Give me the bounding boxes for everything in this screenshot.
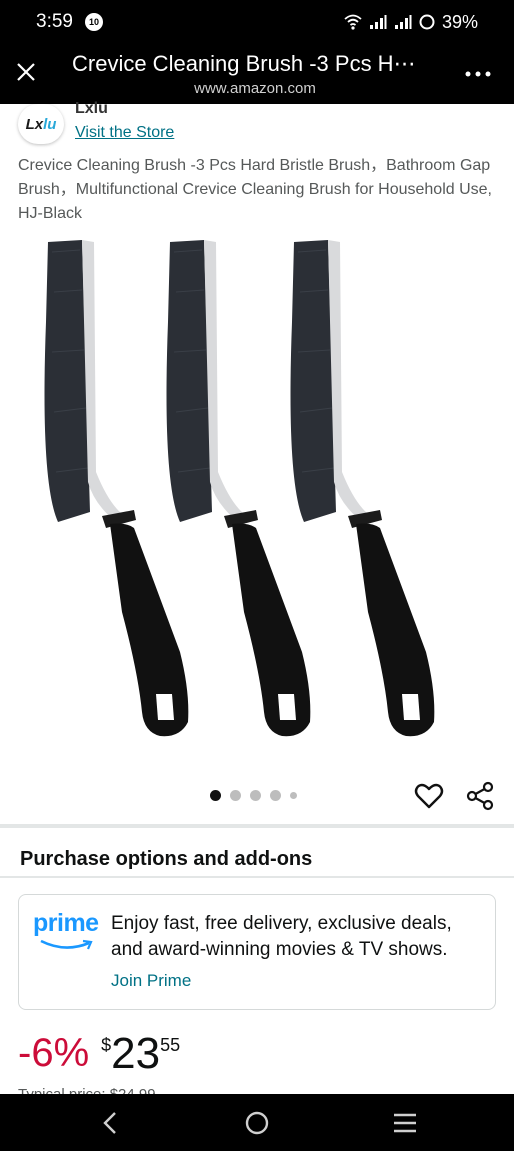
section-divider [0, 824, 514, 828]
browser-title-bar: Crevice Cleaning Brush -3 Pcs H⋯ www.ama… [0, 44, 514, 104]
carousel-dot-2[interactable] [230, 790, 241, 801]
carousel-dot-3[interactable] [250, 790, 261, 801]
system-nav-bar [0, 1094, 514, 1151]
product-image[interactable] [30, 232, 484, 744]
join-prime-link[interactable]: Join Prime [111, 971, 191, 991]
recents-icon[interactable] [390, 1108, 420, 1138]
discount-percent: -6% [18, 1031, 90, 1075]
price: $ 23 55 [101, 1030, 180, 1078]
purchase-options-heading: Purchase options and add-ons [20, 848, 313, 870]
battery-level: 39% [441, 11, 478, 32]
product-title: Crevice Cleaning Brush -3 Pcs Hard Brist… [18, 157, 493, 222]
store-row: Lx lu Lxlu Visit the Store [0, 100, 514, 150]
currency-symbol: $ [101, 1035, 112, 1055]
prime-smile-icon [40, 939, 93, 950]
more-icon[interactable] [464, 62, 492, 86]
heading-divider [0, 876, 514, 878]
page-title: Crevice Cleaning Brush -3 Pcs H⋯ [72, 51, 416, 76]
carousel-dots [210, 790, 297, 801]
wifi-icon [344, 14, 362, 30]
price-whole: 23 [111, 1029, 161, 1078]
carousel-dot-4[interactable] [270, 790, 281, 801]
signal-icon [369, 15, 387, 29]
status-time: 3:59 [36, 11, 73, 32]
notification-badge: 10 [84, 13, 103, 31]
status-bar: 3:59 10 39% [0, 0, 514, 44]
prime-promo-card: prime Enjoy fast, free delivery, exclusi… [18, 894, 496, 1010]
carousel-dot-1[interactable] [210, 790, 221, 801]
status-indicators: 39% [344, 12, 478, 33]
store-logo[interactable]: Lx lu [18, 104, 64, 144]
prime-description: Enjoy fast, free delivery, exclusive dea… [111, 913, 452, 960]
signal-icon-2 [394, 15, 412, 29]
back-icon[interactable] [95, 1108, 125, 1138]
prime-logo: prime [33, 909, 103, 955]
carousel-dot-5[interactable] [290, 792, 297, 799]
close-icon[interactable] [12, 58, 40, 86]
share-icon[interactable] [464, 780, 496, 812]
brand-name: Lxlu [75, 100, 108, 117]
heart-icon[interactable] [413, 780, 445, 812]
visit-store-link[interactable]: Visit the Store [75, 124, 174, 142]
battery-icon [419, 14, 435, 30]
home-icon[interactable] [242, 1108, 272, 1138]
price-row: -6% $ 23 55 [18, 1030, 180, 1080]
page-url: www.amazon.com [194, 80, 316, 97]
price-fraction: 55 [160, 1035, 181, 1055]
